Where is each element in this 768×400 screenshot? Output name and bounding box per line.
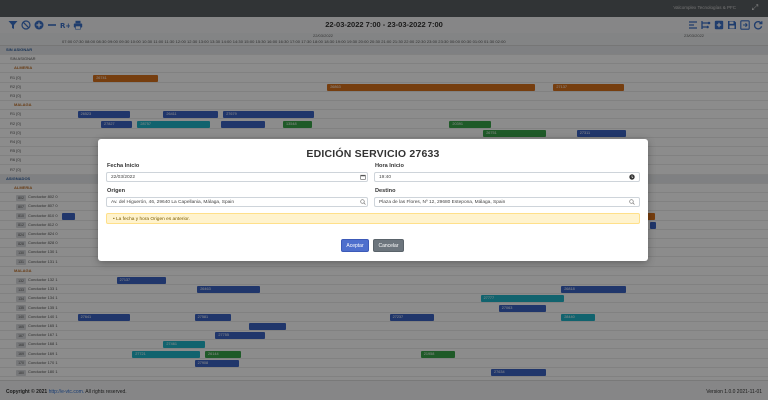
alert-message: La fecha y hora Origen es anterior. xyxy=(116,216,190,222)
clock-icon[interactable] xyxy=(628,173,636,181)
calendar-icon[interactable] xyxy=(359,173,367,181)
search-icon[interactable] xyxy=(359,198,367,206)
alert-text: • La fecha y hora Origen es anterior. xyxy=(113,216,190,222)
origen-input[interactable]: Av. del Higuerón, 46, 29640 La Capellani… xyxy=(106,197,368,207)
origen-label: Origen xyxy=(107,188,126,194)
destino-input[interactable]: Plaza de las Flores, Nº 12, 29680 Estepo… xyxy=(374,197,640,207)
destino-label: Destino xyxy=(375,188,396,194)
hora-inicio-label: Hora Inicio xyxy=(375,163,404,169)
search-icon[interactable] xyxy=(628,198,636,206)
modal-title: EDICIÓN SERVICIO 27633 xyxy=(306,148,440,160)
fecha-inicio-input[interactable]: 22/03/2022 xyxy=(106,172,368,182)
validation-alert: • La fecha y hora Origen es anterior. xyxy=(106,213,640,224)
hora-inicio-input[interactable]: 19:40 xyxy=(374,172,640,182)
fecha-inicio-label: Fecha Inicio xyxy=(107,163,140,169)
edit-service-modal: EDICIÓN SERVICIO 27633 Fecha Inicio 22/0… xyxy=(98,139,648,261)
accept-button[interactable]: Aceptar xyxy=(341,239,369,252)
cancel-button[interactable]: Cancelar xyxy=(373,239,404,252)
